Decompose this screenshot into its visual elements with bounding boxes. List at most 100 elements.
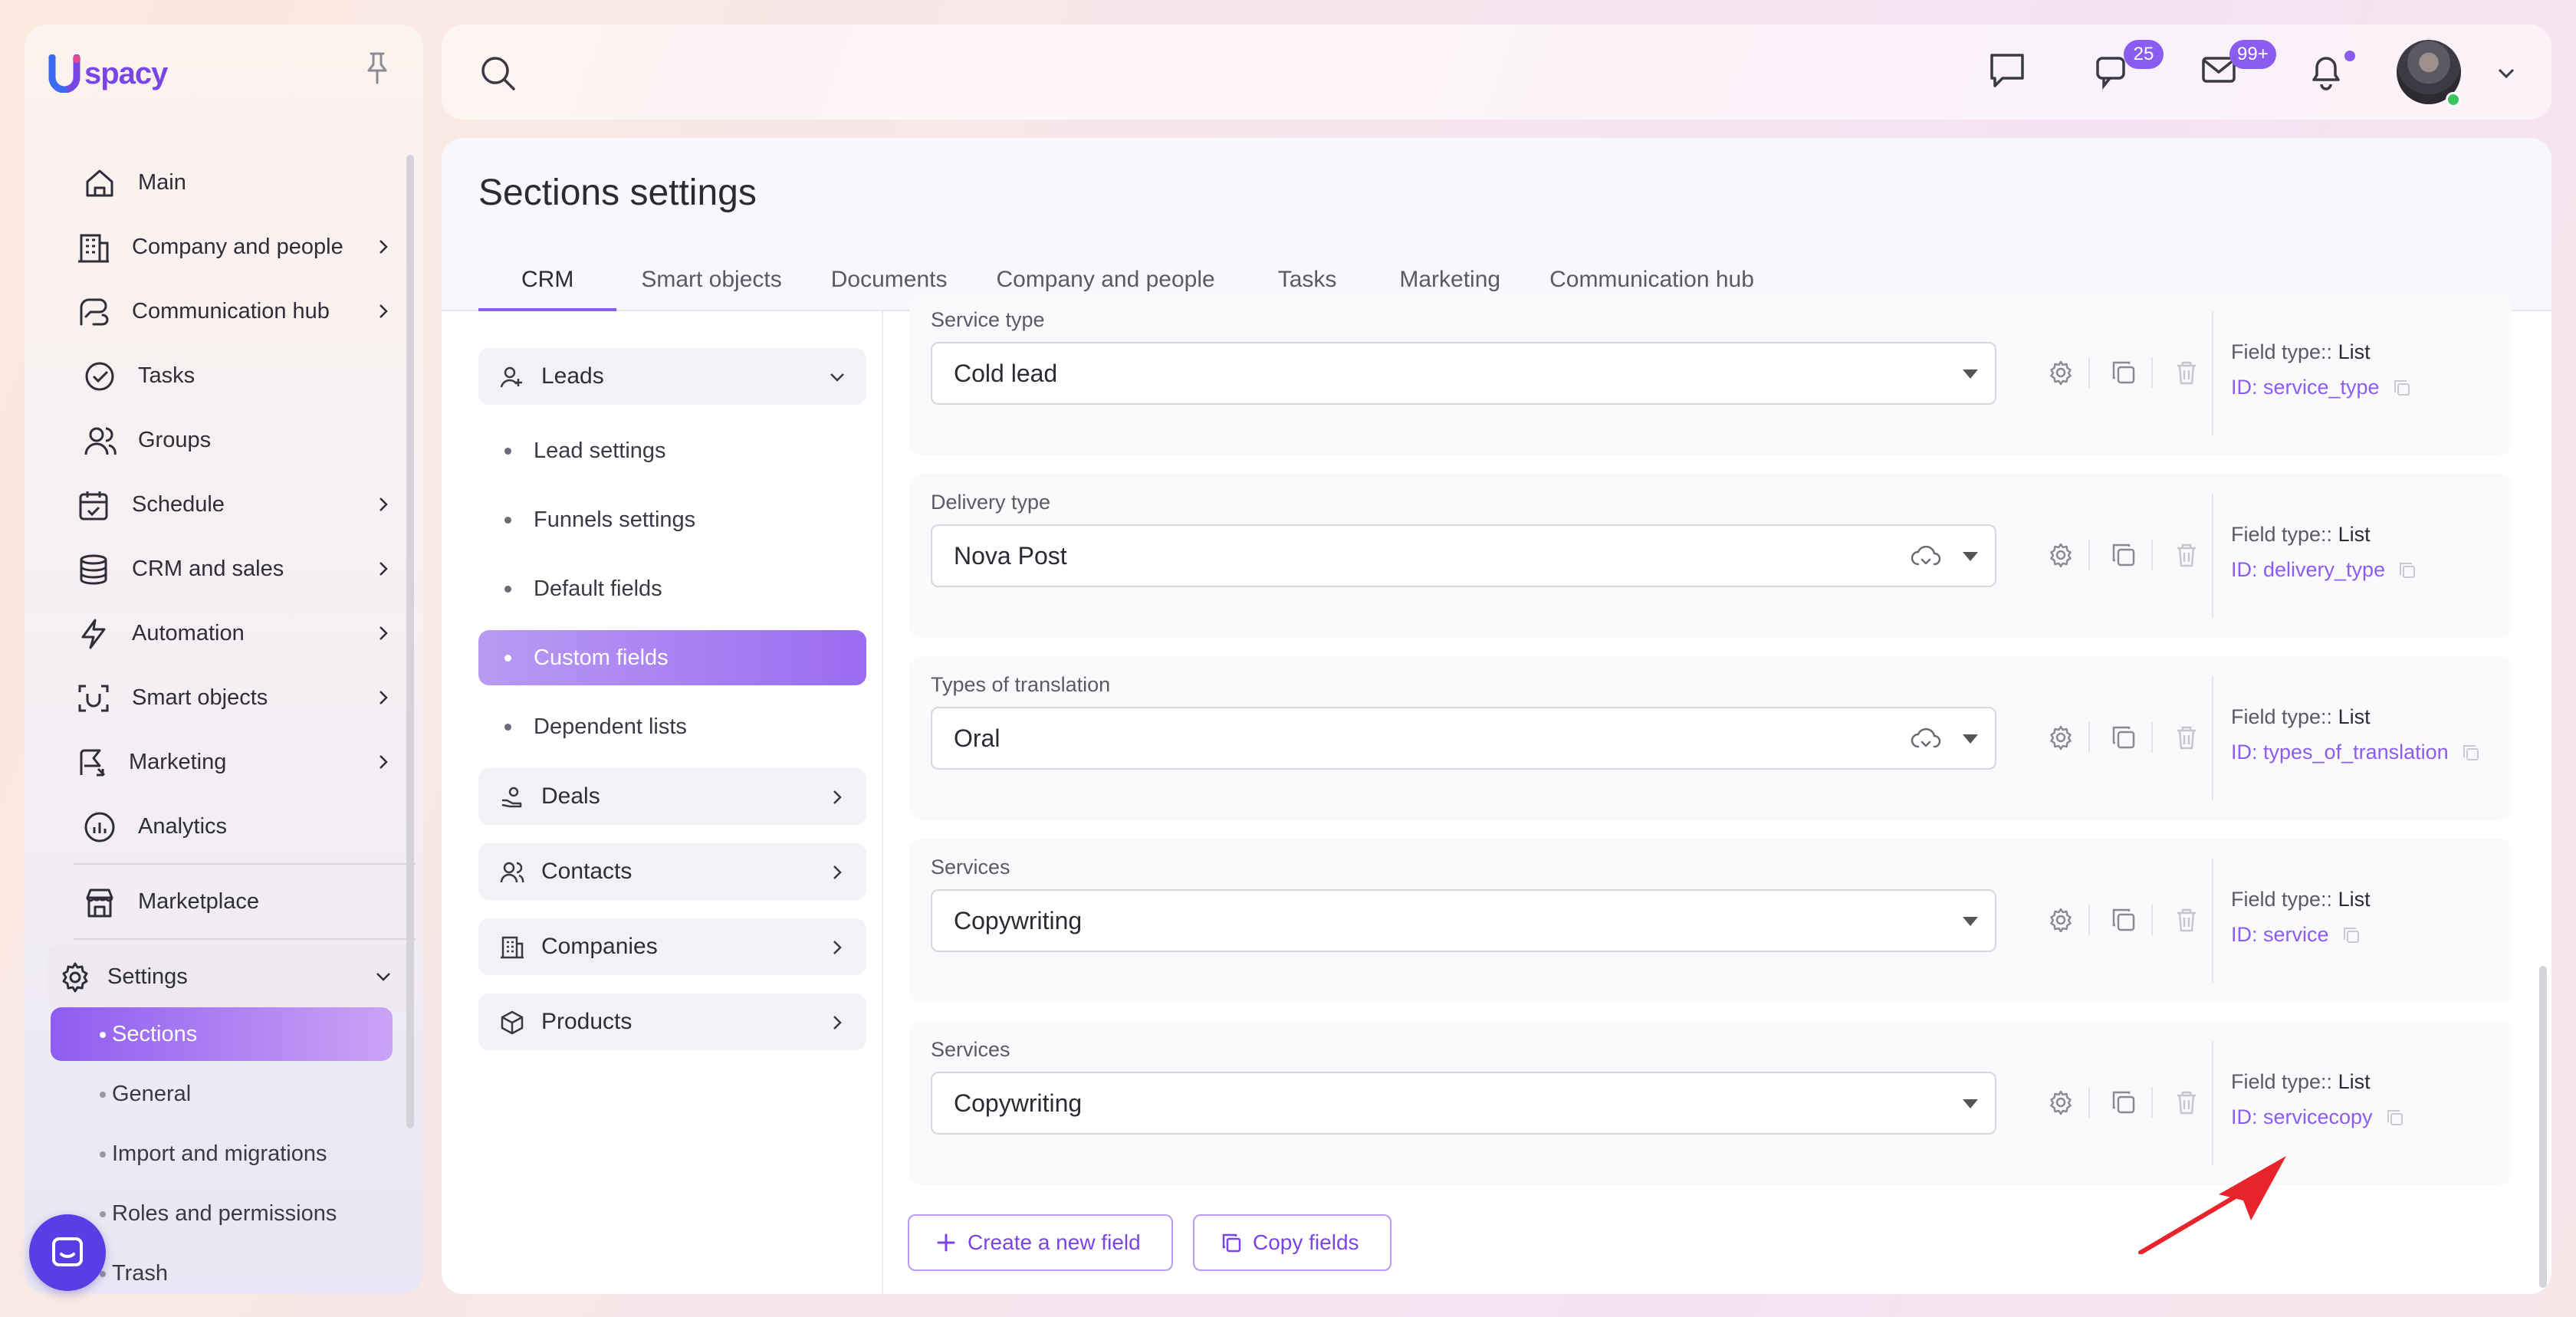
sidebar-item-label: Settings [107,964,188,989]
sidebar-item-communication-hub[interactable]: Communication hub [48,279,416,343]
module-subitem-label: Custom fields [534,645,669,670]
chevron-right-icon [833,1016,842,1030]
trash-icon[interactable] [2173,724,2200,751]
gear-icon[interactable] [2047,541,2075,569]
module-subitem-custom-fields[interactable]: Custom fields [478,630,866,685]
copy-icon[interactable] [2392,378,2412,398]
copy-icon[interactable] [2110,1089,2137,1116]
copy-fields-button[interactable]: Copy fields [1193,1214,1392,1271]
pin-icon[interactable] [362,51,393,86]
gear-icon[interactable] [2047,359,2075,386]
gear-icon[interactable] [2047,724,2075,751]
sidebar-item-schedule[interactable]: Schedule [48,472,416,537]
caret-down-icon [1963,734,1978,744]
trash-icon[interactable] [2173,359,2200,386]
module-deals[interactable]: Deals [478,768,866,825]
create-field-label: Create a new field [968,1230,1141,1254]
sidebar-subitem-import[interactable]: Import and migrations [51,1127,393,1181]
field-select-value: Oral [954,724,1001,752]
copy-icon[interactable] [2461,743,2481,763]
module-subitem-label: Default fields [534,576,662,601]
module-subitem-funnels-settings[interactable]: Funnels settings [478,492,866,547]
field-type: Field type:: List [2231,523,2371,547]
sidebar-item-settings[interactable]: Settings [48,944,416,1009]
hand-coin-icon [501,787,522,808]
field-label: Types of translation [931,673,1111,696]
home-icon [86,169,113,197]
trash-icon[interactable] [2173,906,2200,934]
sidebar-item-crm-and-sales[interactable]: CRM and sales [48,537,416,601]
trash-icon[interactable] [2173,541,2200,569]
sidebar-nav: Main Company and people Communication hu… [48,150,416,1009]
tab-crm[interactable]: CRM [478,265,617,311]
sidebar-item-main[interactable]: Main [48,150,416,215]
field-select[interactable]: Nova Post [931,524,1996,587]
sidebar-item-analytics[interactable]: Analytics [48,794,416,859]
sidebar-item-company-and-people[interactable]: Company and people [48,215,416,279]
support-chat-button[interactable] [29,1214,106,1291]
sidebar-scrollbar[interactable] [406,155,414,1128]
copy-icon[interactable] [2341,925,2361,945]
copy-icon[interactable] [2110,541,2137,569]
field-select[interactable]: Copywriting [931,889,1996,952]
field-type-label: Field type:: [2231,705,2333,728]
create-field-button[interactable]: Create a new field [908,1214,1173,1271]
sidebar-subitem-sections[interactable]: Sections [51,1007,393,1061]
copy-icon[interactable] [2397,560,2417,580]
sidebar-divider [74,863,416,865]
action-divider [2151,905,2153,935]
field-id[interactable]: ID: servicecopy [2231,1105,2405,1129]
sidebar-item-groups[interactable]: Groups [48,408,416,472]
message-icon[interactable] [1986,49,2029,92]
field-type: Field type:: List [2231,340,2371,364]
field-id[interactable]: ID: service [2231,923,2361,947]
tab-smart-objects[interactable]: Smart objects [616,265,806,311]
column-divider [882,311,883,1294]
field-id[interactable]: ID: types_of_translation [2231,741,2481,764]
module-companies[interactable]: Companies [478,918,866,975]
chats-badge: 25 [2124,40,2164,69]
action-divider [2088,905,2090,935]
content-scrollbar[interactable] [2539,966,2547,1288]
sidebar-item-marketing[interactable]: Marketing [48,730,416,794]
chevron-down-icon[interactable] [2496,63,2516,83]
field-select[interactable]: Copywriting [931,1072,1996,1135]
module-label: Deals [541,783,600,809]
module-subitem-default-fields[interactable]: Default fields [478,561,866,616]
action-divider [2151,540,2153,570]
sidebar-item-marketplace[interactable]: Marketplace [48,869,416,934]
copy-icon[interactable] [2385,1108,2405,1128]
sidebar-subitem-roles[interactable]: Roles and permissions [51,1187,393,1240]
sidebar-item-label: Tasks [138,363,196,388]
sidebar-item-automation[interactable]: Automation [48,601,416,665]
module-products[interactable]: Products [478,993,866,1050]
app-logo[interactable]: spacy [48,52,168,95]
trash-icon[interactable] [2173,1089,2200,1116]
field-id[interactable]: ID: delivery_type [2231,558,2417,582]
module-subitem-lead-settings[interactable]: Lead settings [478,423,866,478]
sidebar-subitem-general[interactable]: General [51,1067,393,1121]
module-subitem-dependent-lists[interactable]: Dependent lists [478,699,866,754]
field-select[interactable]: Oral [931,707,1996,770]
sidebar-item-tasks[interactable]: Tasks [48,343,416,408]
action-divider [2088,1087,2090,1118]
module-leads[interactable]: Leads [478,348,866,405]
users-icon [500,862,524,883]
search-icon[interactable] [478,54,517,92]
field-type-label: Field type:: [2231,523,2333,546]
online-status-dot [2446,92,2461,107]
sidebar-item-smart-objects[interactable]: Smart objects [48,665,416,730]
field-type: Field type:: List [2231,1070,2371,1094]
copy-icon[interactable] [2110,906,2137,934]
field-select[interactable]: Cold lead [931,342,1996,405]
module-contacts[interactable]: Contacts [478,843,866,900]
field-id-text: ID: service_type [2231,376,2380,399]
copy-icon[interactable] [2110,724,2137,751]
gear-icon[interactable] [2047,906,2075,934]
bell-icon[interactable] [2305,49,2348,92]
scan-icon [78,685,109,712]
gear-icon[interactable] [2047,1089,2075,1116]
copy-icon[interactable] [2110,359,2137,386]
sidebar-item-label: Smart objects [132,685,268,710]
field-id[interactable]: ID: service_type [2231,376,2412,399]
